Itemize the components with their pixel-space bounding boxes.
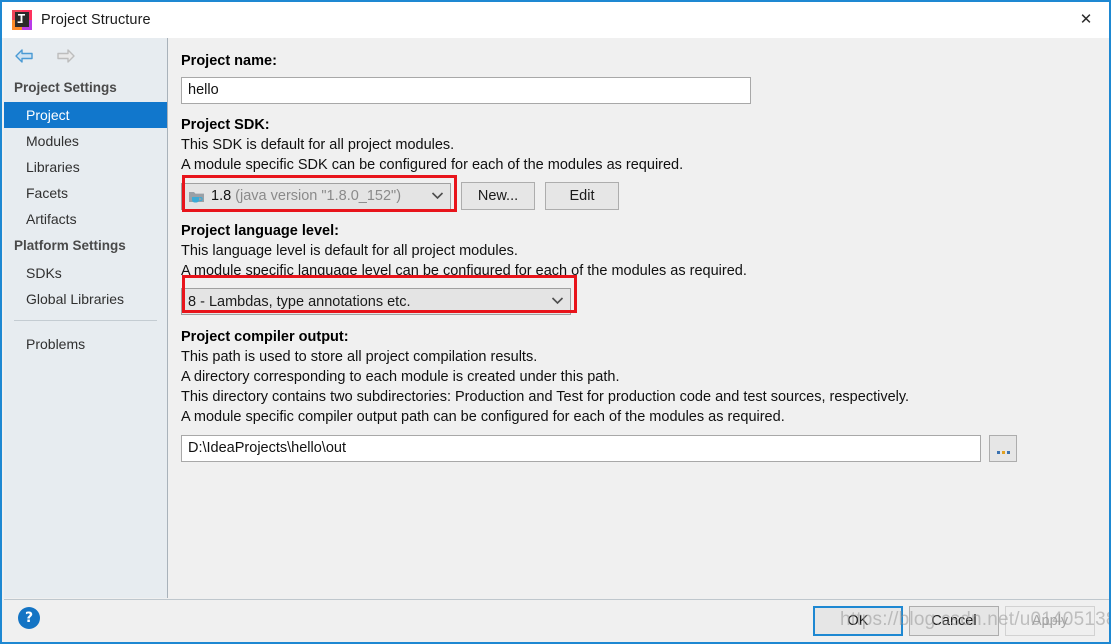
sidebar-item-libraries[interactable]: Libraries bbox=[4, 154, 167, 180]
compiler-output-desc-1: This path is used to store all project c… bbox=[181, 349, 538, 365]
sidebar-divider bbox=[14, 320, 157, 321]
language-level-label: Project language level: bbox=[181, 223, 339, 239]
project-name-label: Project name: bbox=[181, 53, 277, 69]
project-sdk-detail: (java version "1.8.0_152") bbox=[235, 188, 402, 204]
project-structure-dialog: Project Structure ✕ Project Settings Pro… bbox=[0, 0, 1111, 644]
sidebar-item-global-libraries[interactable]: Global Libraries bbox=[4, 286, 167, 312]
chevron-down-icon bbox=[543, 295, 564, 308]
sidebar-group-project-settings: Project Settings bbox=[14, 80, 117, 95]
close-icon[interactable]: ✕ bbox=[1063, 2, 1109, 36]
compiler-output-desc-4: A module specific compiler output path c… bbox=[181, 409, 785, 425]
sidebar-item-modules[interactable]: Modules bbox=[4, 128, 167, 154]
compiler-output-desc-2: A directory corresponding to each module… bbox=[181, 369, 620, 385]
back-arrow-icon[interactable] bbox=[14, 47, 36, 65]
language-level-dropdown[interactable]: 8 - Lambdas, type annotations etc. bbox=[181, 288, 571, 315]
compiler-output-input[interactable]: D:\IdeaProjects\hello\out bbox=[181, 435, 981, 462]
sidebar-item-sdks[interactable]: SDKs bbox=[4, 260, 167, 286]
project-sdk-label: Project SDK: bbox=[181, 117, 270, 133]
browse-ellipsis-icon[interactable] bbox=[989, 435, 1017, 462]
sidebar-item-project[interactable]: Project bbox=[4, 102, 167, 128]
watermark: https://blog.csdn.net/u014051380 bbox=[840, 609, 1111, 630]
help-button[interactable]: ? bbox=[18, 607, 40, 629]
navigation-arrows bbox=[4, 38, 167, 74]
chevron-down-icon bbox=[423, 190, 444, 203]
title-bar: Project Structure ✕ bbox=[2, 2, 1109, 38]
java-sdk-folder-icon bbox=[188, 189, 205, 204]
intellij-idea-icon bbox=[12, 10, 32, 30]
language-level-value: 8 - Lambdas, type annotations etc. bbox=[188, 293, 411, 310]
window-title: Project Structure bbox=[41, 12, 151, 28]
sidebar-item-problems[interactable]: Problems bbox=[4, 331, 167, 357]
compiler-output-label: Project compiler output: bbox=[181, 329, 349, 345]
sidebar-item-facets[interactable]: Facets bbox=[4, 180, 167, 206]
main-panel: Project name: hello Project SDK: This SD… bbox=[169, 38, 1109, 598]
project-name-input[interactable]: hello bbox=[181, 77, 751, 104]
language-level-desc-1: This language level is default for all p… bbox=[181, 243, 518, 259]
project-name-value: hello bbox=[188, 82, 219, 98]
sidebar: Project Settings Project Modules Librari… bbox=[4, 38, 168, 598]
project-sdk-dropdown[interactable]: 1.8 (java version "1.8.0_152") bbox=[181, 182, 451, 210]
compiler-output-desc-3: This directory contains two subdirectori… bbox=[181, 389, 910, 405]
language-level-desc-2: A module specific language level can be … bbox=[181, 263, 747, 279]
project-sdk-desc-2: A module specific SDK can be configured … bbox=[181, 157, 684, 173]
project-sdk-desc-1: This SDK is default for all project modu… bbox=[181, 137, 455, 153]
new-sdk-button[interactable]: New... bbox=[461, 182, 535, 210]
compiler-output-value: D:\IdeaProjects\hello\out bbox=[188, 440, 346, 456]
forward-arrow-icon bbox=[54, 47, 76, 65]
sidebar-item-artifacts[interactable]: Artifacts bbox=[4, 206, 167, 232]
sidebar-group-platform-settings: Platform Settings bbox=[14, 238, 126, 253]
edit-sdk-button[interactable]: Edit bbox=[545, 182, 619, 210]
project-sdk-version: 1.8 bbox=[211, 188, 232, 204]
